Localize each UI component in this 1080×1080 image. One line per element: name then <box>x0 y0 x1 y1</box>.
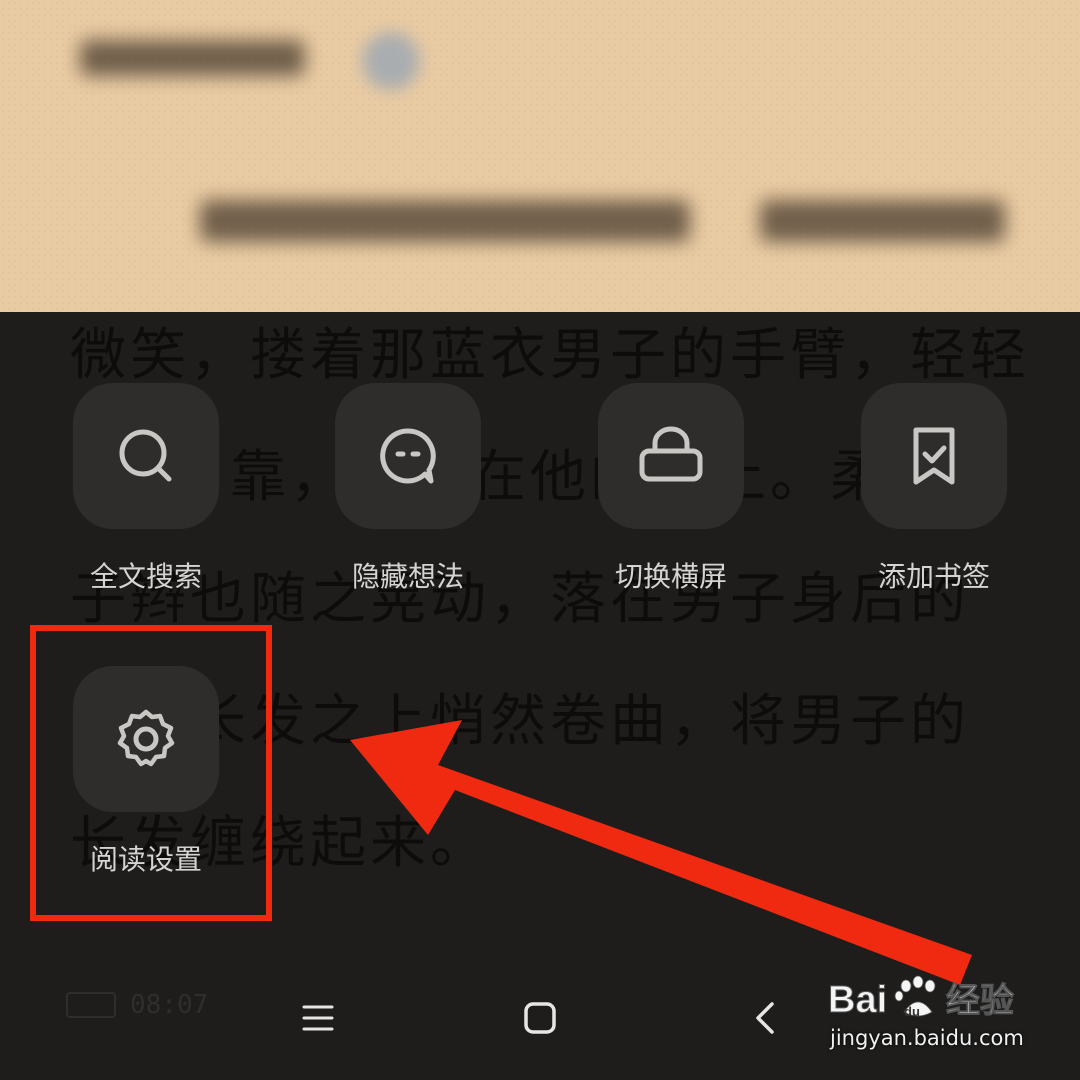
rotate-screen-icon <box>639 426 703 482</box>
battery-icon <box>66 992 116 1018</box>
hamburger-icon <box>302 1005 334 1031</box>
search-tile[interactable] <box>73 383 219 529</box>
home-square-icon <box>524 1002 556 1034</box>
nav-back-button[interactable] <box>738 990 794 1046</box>
blurred-chapter-title <box>200 200 690 242</box>
svg-text:du: du <box>904 1004 920 1019</box>
baidu-paw-logo: Bai du 经验 <box>828 975 1015 1022</box>
watermark-url: jingyan.baidu.com <box>830 1026 1024 1050</box>
back-chevron-icon <box>756 1002 774 1034</box>
menu-item-hide-thoughts[interactable]: 隐藏想法 <box>318 383 498 595</box>
menu-label: 隐藏想法 <box>351 560 464 593</box>
menu-item-full-text-search[interactable]: 全文搜索 <box>56 383 236 595</box>
reading-settings-tile[interactable] <box>73 666 219 812</box>
menu-label: 全文搜索 <box>89 560 202 593</box>
gear-icon <box>117 709 175 767</box>
bookmark-check-icon <box>913 427 955 485</box>
chat-bubble-icon <box>380 428 436 484</box>
blurred-avatar <box>362 32 420 90</box>
menu-item-switch-landscape[interactable]: 切换横屏 <box>581 383 761 595</box>
reader-page-header <box>0 0 1080 312</box>
menu-label: 阅读设置 <box>89 843 202 876</box>
search-icon <box>119 429 172 482</box>
blurred-chapter-title-right <box>760 200 1005 242</box>
menu-label: 切换横屏 <box>614 560 727 593</box>
status-area: 08:07 <box>66 990 208 1020</box>
menu-item-add-bookmark[interactable]: 添加书签 <box>844 383 1024 595</box>
menu-item-reading-settings[interactable]: 阅读设置 <box>56 666 236 878</box>
nav-home-button[interactable] <box>512 990 568 1046</box>
add-bookmark-tile[interactable] <box>861 383 1007 529</box>
nav-menu-button[interactable] <box>290 990 346 1046</box>
svg-text:经验: 经验 <box>946 981 1014 1021</box>
menu-label: 添加书签 <box>877 560 990 593</box>
background-text-line: 微笑，搂着那蓝衣男子的手臂，轻轻 <box>70 323 1030 388</box>
hide-thoughts-tile[interactable] <box>335 383 481 529</box>
status-time: 08:07 <box>130 990 209 1020</box>
svg-text:Bai: Bai <box>828 979 887 1021</box>
switch-landscape-tile[interactable] <box>598 383 744 529</box>
blurred-book-title <box>80 40 305 76</box>
baidu-watermark: Bai du 经验 jingyan.baidu.com <box>828 966 1028 1056</box>
